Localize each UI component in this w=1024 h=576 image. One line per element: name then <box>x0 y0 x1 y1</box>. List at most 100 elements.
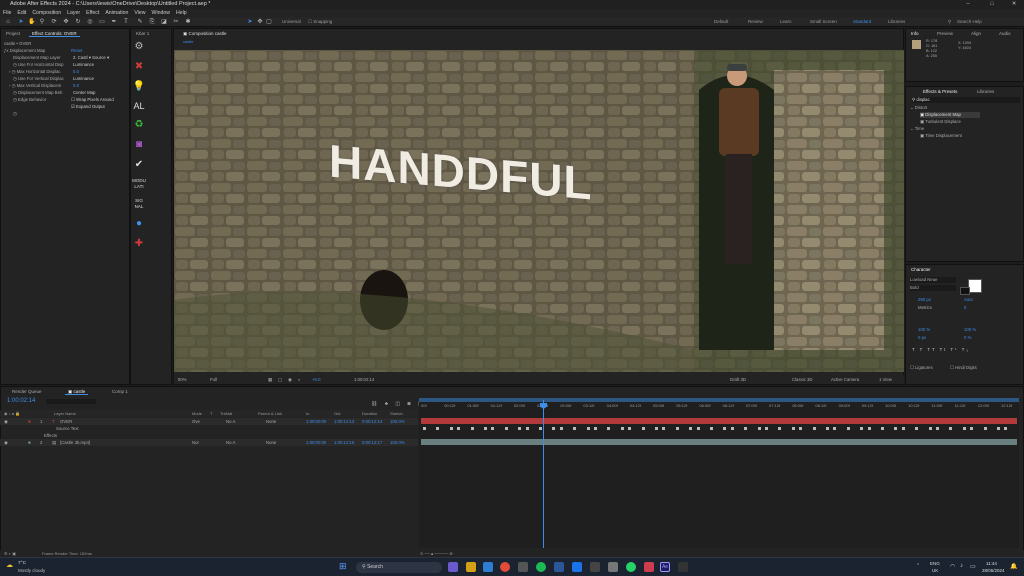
keyframe-marker[interactable] <box>983 427 987 430</box>
fill-color-swatch[interactable] <box>968 279 982 293</box>
universal-label[interactable]: Universal <box>282 17 301 27</box>
app-icon-taskview[interactable] <box>448 562 458 572</box>
keyframe-marker[interactable] <box>846 427 850 430</box>
resolution-dropdown[interactable]: Full <box>210 375 217 384</box>
layer-out[interactable]: 1:00:12:16 <box>334 439 354 446</box>
font-style-dropdown[interactable]: Bold <box>910 285 956 291</box>
keyframe-marker[interactable] <box>826 427 829 430</box>
tab-character[interactable]: Character <box>908 266 934 273</box>
search-icon[interactable]: ⚲ <box>948 17 951 27</box>
checkmark-icon[interactable]: ✔ <box>132 158 146 172</box>
kbar-modulate-button[interactable]: MODU LATI <box>132 178 146 192</box>
prop-value[interactable]: 2. Castl ▾ Source ▾ <box>73 55 109 61</box>
rectangle-tool-icon[interactable]: ▭ <box>98 18 106 26</box>
layer-mode[interactable]: Nor <box>192 439 199 446</box>
workspace-small-screen[interactable]: Small Screen <box>810 17 837 27</box>
whatsapp-icon[interactable] <box>626 562 636 572</box>
close-icon[interactable]: ✕ <box>1006 0 1022 9</box>
keyframe-marker[interactable] <box>867 427 871 430</box>
kbar-signal-button[interactable]: SIG NAL <box>132 198 146 212</box>
wifi-icon[interactable]: ◠ <box>950 563 955 570</box>
label-color-swatch[interactable]: ■ <box>28 418 31 425</box>
keyframe-marker[interactable] <box>607 427 611 430</box>
snapshot-icon[interactable]: ◉ <box>288 375 292 384</box>
col-mode[interactable]: Mode <box>192 410 202 417</box>
keyframe-marker[interactable] <box>689 427 693 430</box>
keyframe-marker[interactable] <box>696 427 700 430</box>
leading-value[interactable]: Auto <box>964 297 973 303</box>
keyframe-marker[interactable] <box>894 427 898 430</box>
layer-trkmat[interactable]: No A <box>226 439 235 446</box>
clock-date[interactable]: 28/05/2024 <box>982 568 1005 573</box>
keyframe-marker[interactable] <box>723 427 727 430</box>
workspace-default[interactable]: Default <box>714 17 728 27</box>
move-tool-icon[interactable]: ✥ <box>62 18 70 26</box>
keyframe-marker[interactable] <box>928 427 932 430</box>
keyframe-marker[interactable] <box>799 427 803 430</box>
menu-window[interactable]: Window <box>152 9 170 17</box>
keyframe-marker[interactable] <box>936 427 939 430</box>
label-color-swatch[interactable]: ■ <box>28 439 31 446</box>
tray-chevron-icon[interactable]: ⌃ <box>916 563 920 569</box>
selection-tool-icon[interactable]: ➤ <box>17 18 25 26</box>
tab-castle[interactable]: ▣ castle <box>65 388 89 395</box>
reset-button[interactable]: Reset <box>71 48 82 54</box>
layer-stretch[interactable]: 100.0% <box>390 439 405 446</box>
region-indicator[interactable]: UK <box>932 568 938 573</box>
keyframe-marker[interactable] <box>730 427 734 430</box>
table-row[interactable]: Effects <box>0 432 418 439</box>
table-row[interactable]: ◉ ■ 1 T OVER Ove No A None 1:00:00:00 1:… <box>0 418 418 425</box>
keyframe-marker[interactable] <box>504 427 508 430</box>
notification-bell-icon[interactable]: 🔔 <box>1010 563 1017 570</box>
layer-mode[interactable]: Ove <box>192 418 200 425</box>
keyframe-marker[interactable] <box>620 427 624 430</box>
keyframe-marker[interactable] <box>901 427 905 430</box>
app-icon-red[interactable] <box>644 562 654 572</box>
layer-bar-castle[interactable] <box>421 439 1017 445</box>
battery-icon[interactable]: ▭ <box>970 563 976 570</box>
col-out[interactable]: Out <box>334 410 340 417</box>
keyframe-marker[interactable] <box>915 427 919 430</box>
vertical-scale-value[interactable]: 100 % <box>918 327 930 333</box>
camera-icon[interactable]: ◙ <box>132 138 146 152</box>
stopwatch-icon[interactable]: ◷ <box>13 111 17 117</box>
keyframe-marker[interactable] <box>423 427 426 430</box>
grid-toggle-icon[interactable]: ▦ <box>268 375 272 384</box>
horizontal-scale-value[interactable]: 100 % <box>964 327 976 333</box>
tab-composition[interactable]: ▣ Composition castle <box>180 30 230 37</box>
spotify-icon[interactable] <box>536 562 546 572</box>
layer-name[interactable]: [Castle 3b.mp4] <box>60 439 90 446</box>
weather-icon[interactable]: ☁ <box>6 561 13 569</box>
keyframe-marker[interactable] <box>586 427 590 430</box>
tab-audio[interactable]: Audio <box>996 30 1014 37</box>
menu-file[interactable]: File <box>3 9 11 17</box>
eraser-tool-icon[interactable]: ◪ <box>160 18 168 26</box>
table-row[interactable]: Source Text <box>0 425 418 432</box>
workspace-standard[interactable]: Standard <box>853 17 871 27</box>
maximize-icon[interactable]: □ <box>984 0 1000 9</box>
stroke-color-swatch[interactable] <box>960 287 970 295</box>
menu-composition[interactable]: Composition <box>32 9 61 17</box>
tab-render-queue[interactable]: Render Queue <box>9 388 45 395</box>
lightbulb-icon[interactable]: 💡 <box>132 80 146 94</box>
app-icon-files[interactable] <box>590 562 600 572</box>
workspace-libraries[interactable]: Libraries <box>888 17 905 27</box>
circle-icon[interactable]: ● <box>132 217 146 231</box>
category-distort[interactable]: ⌄ Distort <box>910 105 927 111</box>
keyframe-marker[interactable] <box>518 427 522 430</box>
playhead[interactable] <box>543 400 544 548</box>
renderer-dropdown[interactable]: Classic 3D <box>792 375 813 384</box>
work-area-bar[interactable] <box>419 398 1019 402</box>
col-in[interactable]: In <box>306 410 309 417</box>
rotate-tool-icon[interactable]: ↻ <box>74 18 82 26</box>
roto-tool-icon[interactable]: ✂ <box>172 18 180 26</box>
keyframe-marker[interactable] <box>484 427 487 430</box>
menu-animation[interactable]: Animation <box>105 9 128 17</box>
keyframe-marker[interactable] <box>491 427 495 430</box>
app-icon-media[interactable] <box>518 562 528 572</box>
tab-preview[interactable]: Preview <box>934 30 956 37</box>
clock-time[interactable]: 11:44 <box>986 561 997 566</box>
recycle-icon[interactable]: ♻ <box>132 118 146 132</box>
keyframe-marker[interactable] <box>812 427 816 430</box>
camera-dropdown[interactable]: Active Camera <box>831 375 859 384</box>
